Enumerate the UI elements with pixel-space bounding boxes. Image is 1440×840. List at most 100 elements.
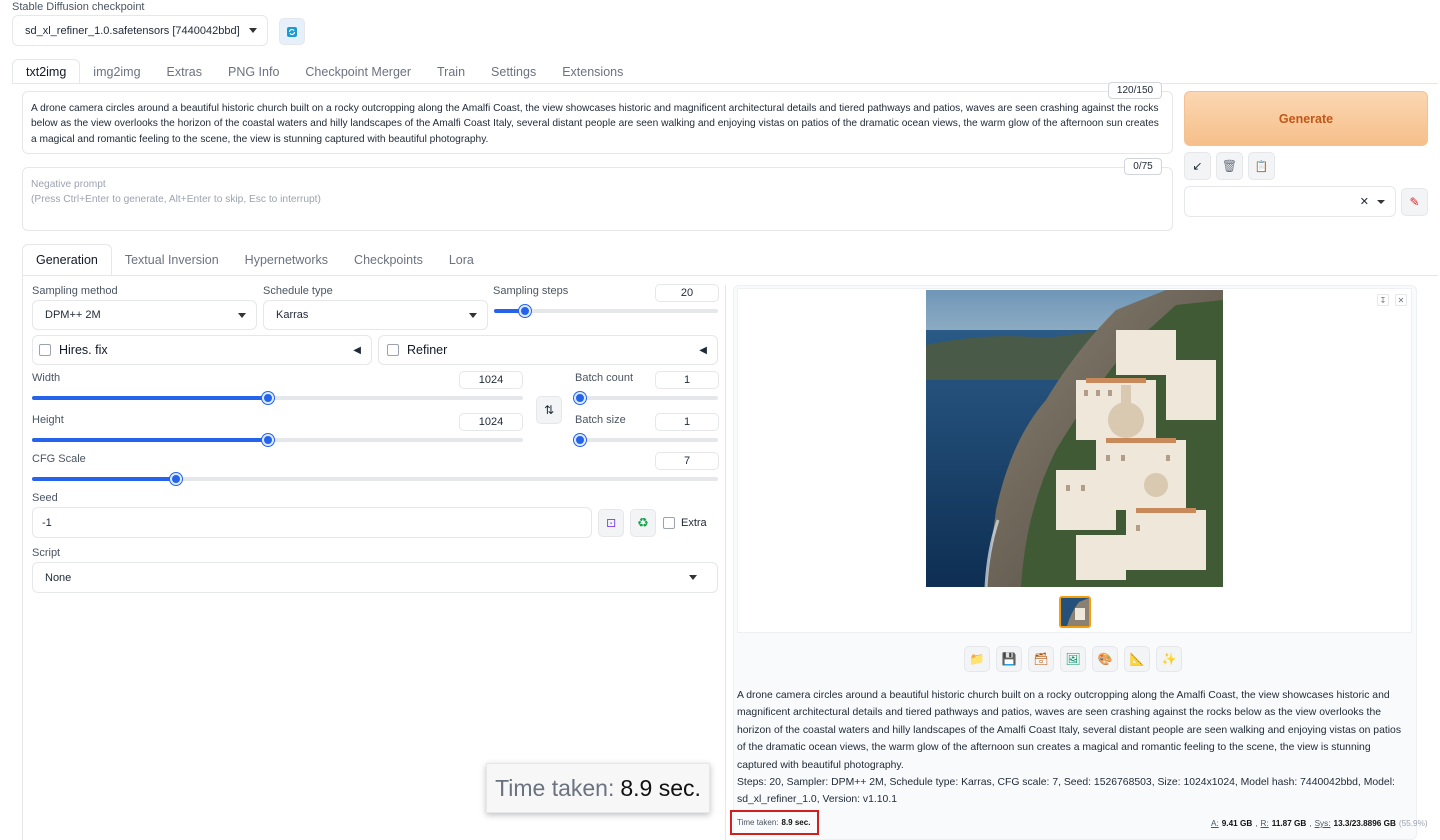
chevron-down-icon xyxy=(238,312,246,318)
image-icon: 🖼 xyxy=(1065,652,1081,666)
clear-prompt-button[interactable]: 🗑 xyxy=(1216,152,1243,180)
height-slider[interactable] xyxy=(32,434,523,446)
clear-x-icon[interactable]: ✕ xyxy=(1360,195,1369,208)
slider-fill xyxy=(32,438,268,442)
callout-value: 8.9 sec. xyxy=(620,774,701,801)
time-taken-value: 8.9 sec. xyxy=(781,818,811,827)
amalfi-coast-image xyxy=(926,290,1223,587)
batch-size-input[interactable]: 1 xyxy=(655,413,719,431)
slider-fill xyxy=(32,396,268,400)
refresh-checkpoint-button[interactable] xyxy=(279,18,305,45)
height-input[interactable]: 1024 xyxy=(459,413,523,431)
read-params-button[interactable]: ↙ xyxy=(1184,152,1211,180)
sampling-method-select[interactable]: DPM++ 2M xyxy=(32,300,257,330)
save-button[interactable]: 💾 xyxy=(996,646,1022,672)
hires-fix-checkbox[interactable] xyxy=(39,344,51,356)
save-zip-button[interactable]: 🗃 xyxy=(1028,646,1054,672)
vram-r-value: 11.87 GB xyxy=(1271,819,1307,828)
upscale-button[interactable]: ✨ xyxy=(1156,646,1182,672)
seed-input[interactable]: -1 xyxy=(32,507,592,538)
batch-count-input[interactable]: 1 xyxy=(655,371,719,389)
vram-percent: (55.9%) xyxy=(1398,819,1428,828)
tab-settings[interactable]: Settings xyxy=(478,59,549,84)
send-to-inpaint-button[interactable]: 🎨 xyxy=(1092,646,1118,672)
slider-thumb[interactable] xyxy=(574,392,586,404)
generation-tabs: Generation Textual Inversion Hypernetwor… xyxy=(22,244,487,276)
extra-label: Extra xyxy=(681,517,707,529)
checkpoint-select[interactable]: sd_xl_refiner_1.0.safetensors [7440042bb… xyxy=(12,15,268,46)
open-folder-button[interactable]: 📁 xyxy=(964,646,990,672)
negative-prompt-hint: (Press Ctrl+Enter to generate, Alt+Enter… xyxy=(31,194,321,206)
sampling-steps-slider[interactable] xyxy=(494,305,718,317)
tab-lora[interactable]: Lora xyxy=(436,244,487,276)
tab-checkpoint-merger[interactable]: Checkpoint Merger xyxy=(292,59,424,84)
script-label: Script xyxy=(32,547,61,559)
refiner-checkbox[interactable] xyxy=(387,344,399,356)
prompt-token-counter: 120/150 xyxy=(1108,82,1162,99)
seed-value: -1 xyxy=(42,516,52,529)
output-toolbar: 📁 💾 🗃 🖼 🎨 📐 ✨ xyxy=(964,646,1182,672)
tab-hypernetworks[interactable]: Hypernetworks xyxy=(232,244,341,276)
slider-thumb[interactable] xyxy=(261,392,274,404)
slider-fill xyxy=(32,477,177,481)
refiner-accordion[interactable]: Refiner ◀ xyxy=(378,335,718,365)
tab-png-info[interactable]: PNG Info xyxy=(215,59,292,84)
apply-styles-button[interactable]: 📋 xyxy=(1248,152,1275,180)
width-input[interactable]: 1024 xyxy=(459,371,523,389)
tabs-divider xyxy=(12,83,1438,84)
gallery-thumbnail[interactable] xyxy=(1059,596,1091,628)
archive-icon: 🗃 xyxy=(1033,652,1049,666)
width-label: Width xyxy=(32,372,61,384)
cfg-scale-input[interactable]: 7 xyxy=(655,452,719,470)
extra-checkbox[interactable] xyxy=(663,517,675,529)
tab-img2img[interactable]: img2img xyxy=(80,59,153,84)
prompt-text: A drone camera circles around a beautifu… xyxy=(31,103,1159,145)
checkpoint-value: sd_xl_refiner_1.0.safetensors [7440042bb… xyxy=(25,24,240,37)
batch-size-slider[interactable] xyxy=(574,434,718,446)
prompt-textarea[interactable]: A drone camera circles around a beautifu… xyxy=(22,91,1173,154)
send-to-extras-button[interactable]: 📐 xyxy=(1124,646,1150,672)
tab-train[interactable]: Train xyxy=(424,59,478,84)
tab-extensions[interactable]: Extensions xyxy=(549,59,636,84)
recycle-icon: ♻ xyxy=(637,515,649,530)
column-divider xyxy=(725,285,726,840)
tab-checkpoints[interactable]: Checkpoints xyxy=(341,244,436,276)
tab-txt2img[interactable]: txt2img xyxy=(12,59,81,84)
batch-count-slider[interactable] xyxy=(574,392,718,404)
cfg-scale-slider[interactable] xyxy=(32,473,718,485)
height-label: Height xyxy=(32,414,64,426)
script-select[interactable]: None xyxy=(32,562,718,593)
edit-styles-button[interactable]: ✎ xyxy=(1401,188,1428,216)
negative-prompt-placeholder: Negative prompt xyxy=(31,179,106,190)
width-slider[interactable] xyxy=(32,392,523,404)
dice-icon: ⚀ xyxy=(606,517,616,530)
tab-textual-inversion[interactable]: Textual Inversion xyxy=(112,244,232,276)
generated-image[interactable] xyxy=(926,290,1223,587)
tab-extras[interactable]: Extras xyxy=(154,59,215,84)
generate-button[interactable]: Generate xyxy=(1184,91,1428,146)
random-seed-button[interactable]: ⚀ xyxy=(598,509,624,537)
slider-thumb[interactable] xyxy=(170,473,183,485)
vram-a-value: 9.41 GB xyxy=(1221,819,1253,828)
time-taken-label: Time taken: xyxy=(737,818,779,827)
send-to-img2img-button[interactable]: 🖼 xyxy=(1060,646,1086,672)
seed-extra-toggle[interactable]: Extra xyxy=(663,517,707,529)
styles-select[interactable]: ✕ xyxy=(1184,186,1396,217)
sampling-steps-input[interactable]: 20 xyxy=(655,284,719,302)
download-icon[interactable]: ↧ xyxy=(1377,294,1389,306)
collapse-triangle-icon[interactable]: ◀ xyxy=(353,345,361,356)
reuse-seed-button[interactable]: ♻ xyxy=(630,509,656,537)
clipboard-icon: 📋 xyxy=(1254,160,1269,173)
close-icon[interactable]: ✕ xyxy=(1395,294,1407,306)
slider-thumb[interactable] xyxy=(574,434,586,446)
slider-thumb[interactable] xyxy=(519,305,532,317)
schedule-type-value: Karras xyxy=(276,309,309,321)
schedule-type-select[interactable]: Karras xyxy=(263,300,488,330)
collapse-triangle-icon[interactable]: ◀ xyxy=(699,345,707,356)
swap-dimensions-button[interactable]: ⇅ xyxy=(536,396,562,424)
folder-icon: 📁 xyxy=(969,652,985,666)
tab-generation[interactable]: Generation xyxy=(22,244,112,276)
slider-thumb[interactable] xyxy=(261,434,274,446)
hires-fix-accordion[interactable]: Hires. fix ◀ xyxy=(32,335,372,365)
negative-prompt-textarea[interactable]: Negative prompt (Press Ctrl+Enter to gen… xyxy=(22,167,1173,231)
